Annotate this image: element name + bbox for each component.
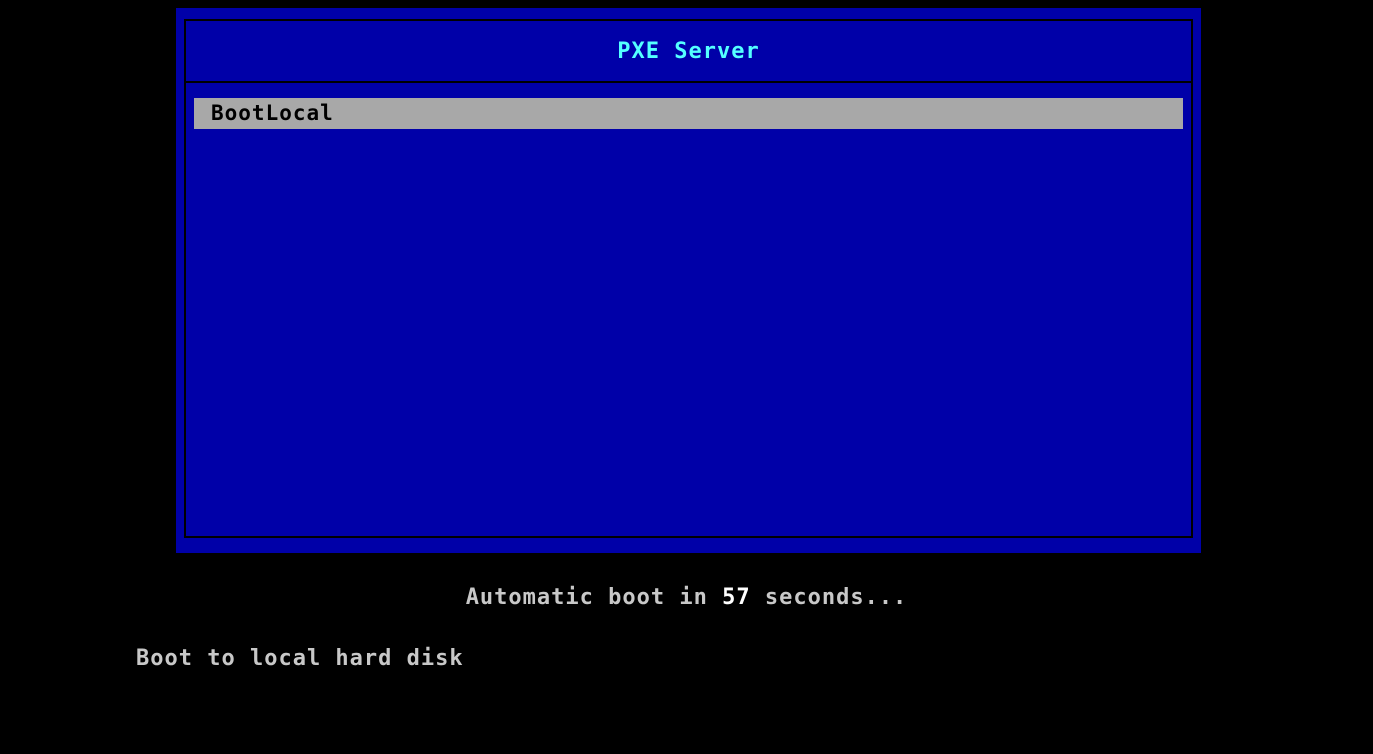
auto-boot-countdown: Automatic boot in 57 seconds... (0, 581, 1373, 615)
menu-item-bootlocal[interactable]: BootLocal (194, 98, 1183, 129)
menu-item-help-text: Boot to local hard disk (136, 646, 464, 671)
menu-title: PXE Server (617, 39, 760, 64)
boot-menu-border: PXE Server BootLocal (184, 19, 1193, 538)
countdown-prefix: Automatic boot in (465, 585, 723, 610)
countdown-seconds: 57 (722, 585, 751, 610)
title-divider (186, 81, 1191, 83)
boot-menu: PXE Server BootLocal (176, 8, 1201, 553)
countdown-suffix: seconds... (750, 585, 908, 610)
boot-screen: PXE Server BootLocal Automatic boot in 5… (0, 0, 1373, 754)
